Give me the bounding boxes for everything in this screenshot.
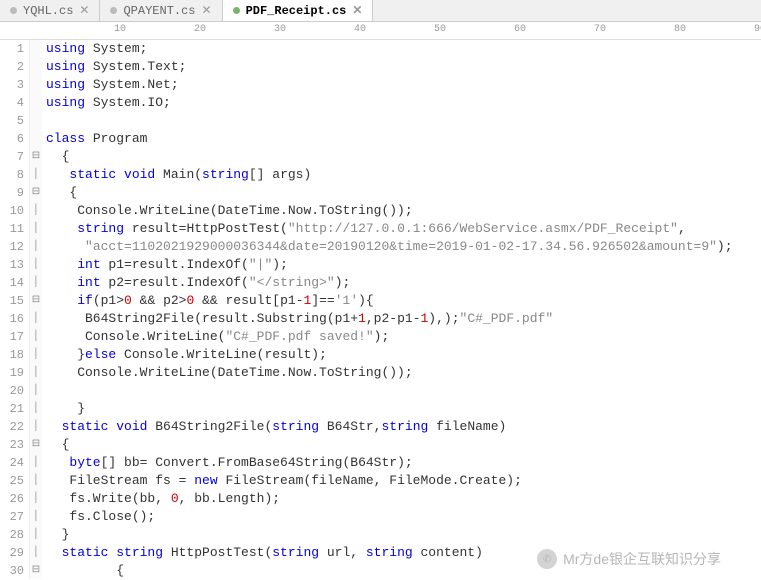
- tabs-bar: YQHL.cs ✕ QPAYENT.cs ✕ PDF_Receipt.cs ✕: [0, 0, 761, 22]
- watermark: ✆ Mr方de银企互联知识分享: [537, 549, 721, 569]
- wechat-icon: ✆: [537, 549, 557, 569]
- watermark-text: Mr方de银企互联知识分享: [563, 549, 721, 569]
- fold-gutter: ⊟│⊟│││││⊟│││││││⊟││││││⊟: [30, 40, 42, 579]
- tab-label: YQHL.cs: [23, 4, 73, 18]
- tab-yqhl[interactable]: YQHL.cs ✕: [0, 0, 100, 21]
- tab-dot-icon: [10, 7, 17, 14]
- close-icon[interactable]: ✕: [352, 3, 362, 18]
- tab-label: QPAYENT.cs: [123, 4, 195, 18]
- tab-label: PDF_Receipt.cs: [246, 4, 347, 18]
- close-icon[interactable]: ✕: [202, 3, 212, 18]
- tab-pdf-receipt[interactable]: PDF_Receipt.cs ✕: [223, 0, 374, 21]
- tab-qpayent[interactable]: QPAYENT.cs ✕: [100, 0, 222, 21]
- tab-dot-icon: [233, 7, 240, 14]
- line-number-gutter: 1234567891011121314151617181920212223242…: [0, 40, 30, 579]
- tab-dot-icon: [110, 7, 117, 14]
- close-icon[interactable]: ✕: [79, 3, 89, 18]
- code-area[interactable]: using System;using System.Text;using Sys…: [42, 40, 761, 579]
- editor: 1234567891011121314151617181920212223242…: [0, 40, 761, 579]
- ruler: 102030405060708090: [0, 22, 761, 40]
